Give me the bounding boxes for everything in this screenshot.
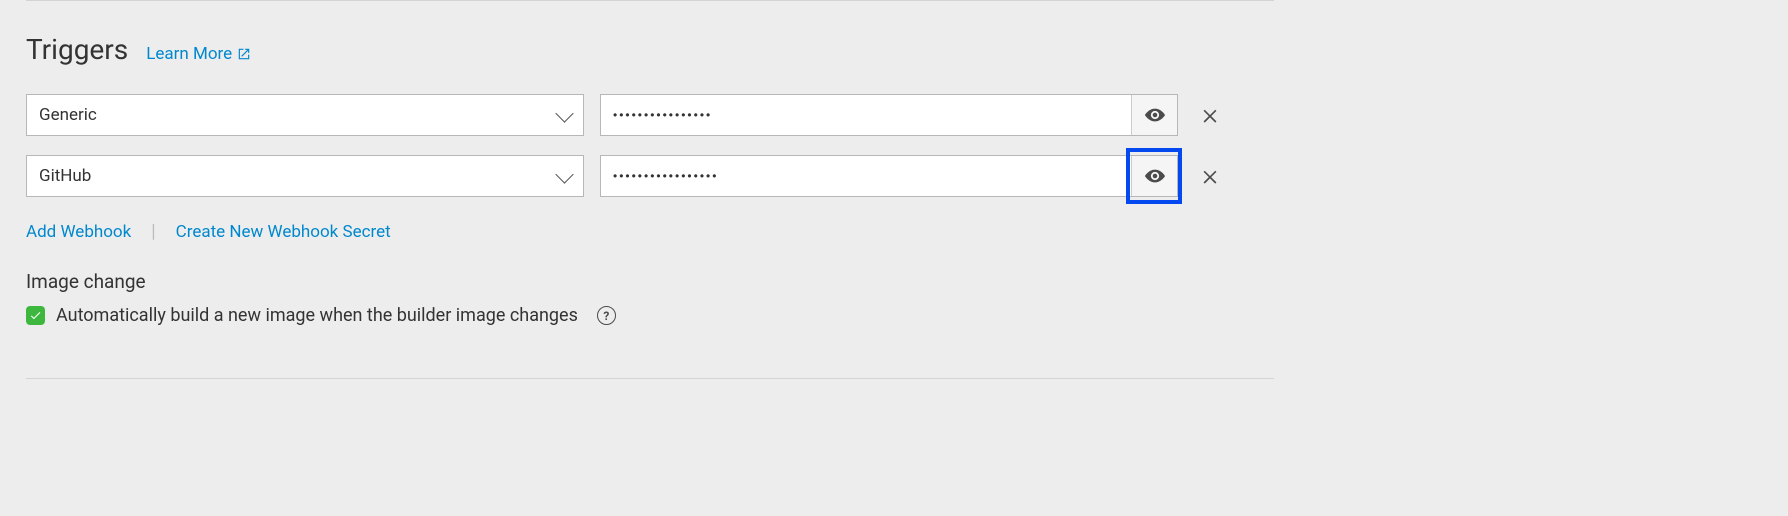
- trigger-row: Generic: [26, 94, 1274, 136]
- learn-more-label: Learn More: [146, 44, 232, 64]
- link-divider: |: [151, 221, 155, 242]
- close-icon: [1200, 166, 1220, 186]
- reveal-secret-button[interactable]: [1131, 156, 1177, 196]
- image-change-heading: Image change: [26, 270, 1274, 293]
- auto-build-label: Automatically build a new image when the…: [56, 305, 578, 326]
- top-divider: [26, 0, 1274, 1]
- secret-field: [600, 155, 1178, 197]
- eye-icon: [1144, 104, 1166, 126]
- help-icon[interactable]: ?: [597, 306, 616, 325]
- learn-more-link[interactable]: Learn More: [146, 44, 251, 64]
- trigger-type-select[interactable]: GitHub: [26, 155, 584, 197]
- add-webhook-link[interactable]: Add Webhook: [26, 222, 131, 242]
- auto-build-checkbox[interactable]: [26, 306, 45, 325]
- trigger-type-value: GitHub: [39, 166, 91, 186]
- secret-input[interactable]: [601, 95, 1131, 135]
- check-icon: [29, 309, 42, 322]
- trigger-row: GitHub: [26, 155, 1274, 197]
- chevron-down-icon: [555, 165, 573, 183]
- section-title: Triggers: [26, 33, 128, 66]
- secret-field: [600, 94, 1178, 136]
- remove-trigger-button[interactable]: [1194, 99, 1226, 131]
- trigger-type-select[interactable]: Generic: [26, 94, 584, 136]
- trigger-type-value: Generic: [39, 105, 97, 125]
- bottom-divider: [26, 378, 1274, 379]
- remove-trigger-button[interactable]: [1194, 160, 1226, 192]
- reveal-secret-button[interactable]: [1131, 95, 1177, 135]
- eye-icon: [1144, 165, 1166, 187]
- close-icon: [1200, 105, 1220, 125]
- secret-input[interactable]: [601, 156, 1131, 196]
- create-secret-link[interactable]: Create New Webhook Secret: [176, 222, 391, 242]
- external-link-icon: [237, 47, 251, 61]
- chevron-down-icon: [555, 104, 573, 122]
